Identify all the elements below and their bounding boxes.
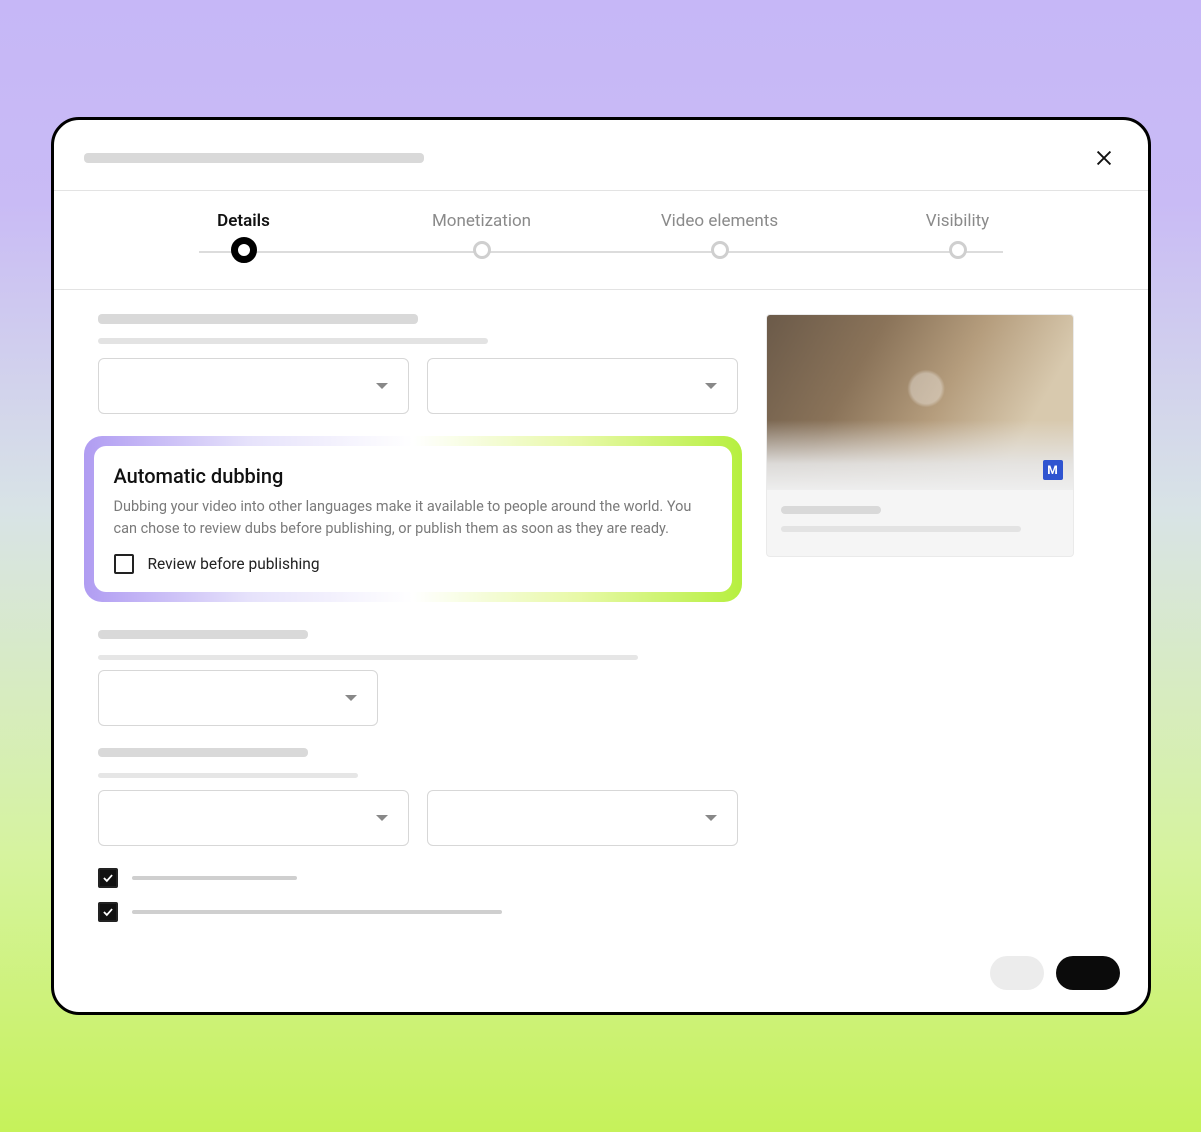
thumbnail-badge: M — [1043, 460, 1063, 480]
form-column: Automatic dubbing Dubbing your video int… — [98, 314, 738, 922]
step-dot-icon — [711, 241, 729, 259]
step-label: Monetization — [432, 211, 531, 231]
step-dot-icon — [949, 241, 967, 259]
section-heading-placeholder — [98, 314, 418, 324]
preview-meta — [767, 490, 1073, 556]
step-label: Visibility — [926, 211, 989, 231]
dialog-header — [54, 120, 1148, 190]
review-before-publishing-row: Review before publishing — [114, 554, 712, 574]
section-2 — [98, 630, 738, 726]
option-checkbox-1[interactable] — [98, 868, 118, 888]
video-thumbnail[interactable]: M — [767, 315, 1073, 490]
upload-dialog: Details Monetization Video elements Visi… — [51, 117, 1151, 1015]
dialog-footer — [990, 956, 1120, 990]
dropdown-3[interactable] — [98, 670, 378, 726]
section-heading-placeholder — [98, 748, 308, 757]
dialog-title-placeholder — [84, 153, 424, 163]
preview-title-placeholder — [781, 506, 881, 514]
chevron-down-icon — [705, 383, 717, 389]
option-checkbox-1-row — [98, 868, 738, 888]
close-icon — [1093, 147, 1115, 169]
dialog-body: Automatic dubbing Dubbing your video int… — [54, 290, 1148, 1012]
stepper-track — [199, 251, 1003, 253]
video-preview-card: M — [766, 314, 1074, 557]
section-text-placeholder — [98, 655, 638, 660]
step-dot-icon — [231, 237, 257, 263]
chevron-down-icon — [376, 383, 388, 389]
close-button[interactable] — [1090, 144, 1118, 172]
section-heading-placeholder — [98, 630, 308, 639]
option-label-placeholder — [132, 910, 502, 914]
check-icon — [101, 905, 115, 919]
preview-text-placeholder — [781, 526, 1021, 532]
option-checkbox-2[interactable] — [98, 902, 118, 922]
option-label-placeholder — [132, 876, 297, 880]
select-row — [98, 358, 738, 414]
back-button[interactable] — [990, 956, 1044, 990]
section-text-placeholder — [98, 773, 358, 778]
automatic-dubbing-card: Automatic dubbing Dubbing your video int… — [94, 446, 732, 592]
chevron-down-icon — [705, 815, 717, 821]
step-details[interactable]: Details — [184, 211, 304, 263]
next-button[interactable] — [1056, 956, 1120, 990]
chevron-down-icon — [376, 815, 388, 821]
section-text-placeholder — [98, 338, 488, 344]
step-monetization[interactable]: Monetization — [422, 211, 542, 263]
review-before-publishing-checkbox[interactable] — [114, 554, 134, 574]
step-label: Details — [217, 211, 270, 231]
dropdown-4[interactable] — [98, 790, 409, 846]
step-label: Video elements — [661, 211, 778, 231]
section-3 — [98, 748, 738, 922]
step-dot-icon — [473, 241, 491, 259]
option-checkbox-2-row — [98, 902, 738, 922]
preview-column: M — [766, 314, 1074, 922]
dropdown-1[interactable] — [98, 358, 409, 414]
stepper: Details Monetization Video elements Visi… — [54, 191, 1148, 289]
automatic-dubbing-description: Dubbing your video into other languages … — [114, 496, 712, 540]
review-before-publishing-label: Review before publishing — [148, 555, 320, 573]
dropdown-2[interactable] — [427, 358, 738, 414]
chevron-down-icon — [345, 695, 357, 701]
dropdown-5[interactable] — [427, 790, 738, 846]
step-video-elements[interactable]: Video elements — [660, 211, 780, 263]
automatic-dubbing-title: Automatic dubbing — [114, 464, 712, 488]
automatic-dubbing-highlight: Automatic dubbing Dubbing your video int… — [84, 436, 742, 602]
step-visibility[interactable]: Visibility — [898, 211, 1018, 263]
check-icon — [101, 871, 115, 885]
